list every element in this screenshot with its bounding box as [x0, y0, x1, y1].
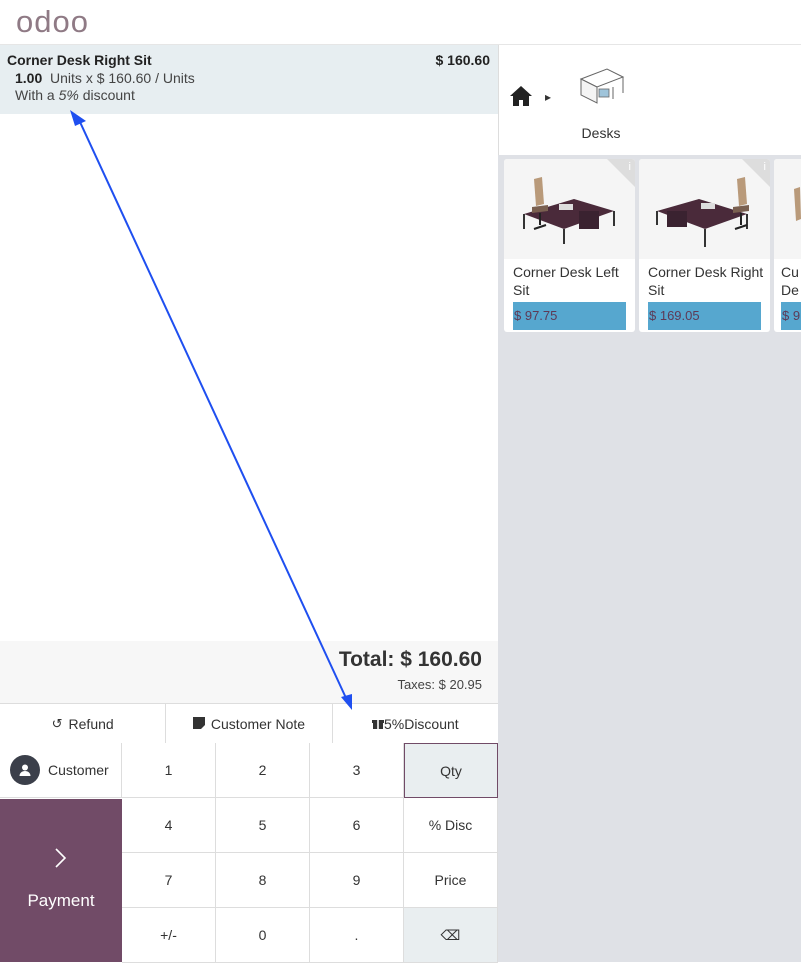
- numpad-key-3[interactable]: 3: [310, 743, 404, 798]
- order-taxes: Taxes: $ 20.95: [397, 677, 482, 692]
- numpad-mode-discount[interactable]: % Disc: [404, 798, 498, 853]
- product-price: $ 169.05: [648, 302, 761, 330]
- user-icon: [10, 755, 40, 785]
- order-line-name: Corner Desk Right Sit: [7, 52, 152, 68]
- product-image: [774, 159, 801, 259]
- gift-icon: [371, 717, 384, 732]
- backspace-icon[interactable]: ⌫: [404, 908, 498, 963]
- home-icon[interactable]: [509, 85, 533, 107]
- numpad-key-5[interactable]: 5: [216, 798, 310, 853]
- discount-label: 5%Discount: [383, 716, 459, 732]
- numpad-key-2[interactable]: 2: [216, 743, 310, 798]
- breadcrumb-caret-icon: ▸: [545, 90, 552, 104]
- numpad-mode-qty[interactable]: Qty: [404, 743, 498, 798]
- product-name: Corner Desk Left Sit: [513, 264, 619, 298]
- control-buttons: ↺ Refund Customer Note 5%Discount: [0, 703, 498, 745]
- product-card[interactable]: Cu De $ 9: [774, 159, 801, 332]
- product-list: i Corner Desk Left Sit $ 97.75 i Corner …: [498, 155, 801, 345]
- category-label: Desks: [581, 125, 621, 141]
- numpad-mode-price[interactable]: Price: [404, 853, 498, 908]
- numpad-key-7[interactable]: 7: [122, 853, 216, 908]
- order-line-price: $ 160.60: [435, 52, 491, 68]
- order-total: Total: $ 160.60: [338, 648, 482, 671]
- numpad-key-9[interactable]: 9: [310, 853, 404, 908]
- customer-note-label: Customer Note: [210, 716, 306, 732]
- payment-label: Payment: [27, 891, 95, 910]
- numpad-key-decimal[interactable]: .: [310, 908, 404, 963]
- order-line-qty-value: 1.00: [15, 70, 43, 86]
- desk-category-image: [577, 65, 625, 107]
- product-price: $ 9: [781, 302, 801, 330]
- order-line-qty-detail: Units x $ 160.60 / Units: [50, 70, 195, 86]
- payment-button[interactable]: Payment: [0, 799, 122, 962]
- chevron-right-icon: [0, 847, 122, 876]
- discount-value: 5%: [58, 87, 79, 103]
- numpad: 1 2 3 Qty 4 5 6 % Disc 7 8 9 Price +/- 0…: [122, 743, 498, 963]
- order-line-discount: With a 5% discount: [15, 87, 135, 103]
- numpad-key-plus-minus[interactable]: +/-: [122, 908, 216, 963]
- product-name: Cu De: [781, 264, 799, 298]
- customer-label: Customer: [48, 762, 109, 778]
- order-summary: Total: $ 160.60 Taxes: $ 20.95: [0, 641, 498, 703]
- product-card[interactable]: i Corner Desk Left Sit $ 97.75: [504, 159, 635, 332]
- customer-note-button[interactable]: Customer Note: [166, 704, 333, 744]
- product-name: Corner Desk Right Sit: [648, 264, 764, 298]
- discount-button[interactable]: 5%Discount: [332, 704, 498, 744]
- top-bar: odoo: [0, 0, 801, 45]
- numpad-key-0[interactable]: 0: [216, 908, 310, 963]
- numpad-key-6[interactable]: 6: [310, 798, 404, 853]
- discount-prefix: With a: [15, 87, 55, 103]
- product-pane: ▸ Desks i Corner Desk Left Sit $ 97.75 i…: [498, 45, 801, 962]
- customer-button[interactable]: Customer: [0, 743, 122, 798]
- info-icon[interactable]: i: [607, 159, 635, 187]
- discount-suffix: discount: [82, 87, 135, 103]
- order-line-quantity: 1.00 Units x $ 160.60 / Units: [15, 70, 195, 86]
- product-price: $ 97.75: [513, 302, 626, 330]
- numpad-key-4[interactable]: 4: [122, 798, 216, 853]
- category-desks[interactable]: Desks: [567, 65, 635, 141]
- odoo-logo[interactable]: odoo: [16, 4, 89, 40]
- product-card[interactable]: i Corner Desk Right Sit $ 169.05: [639, 159, 770, 332]
- refund-button[interactable]: ↺ Refund: [0, 704, 167, 744]
- category-bar: ▸ Desks: [498, 45, 801, 155]
- note-icon: [192, 716, 205, 732]
- undo-icon: ↺: [51, 716, 63, 731]
- numpad-key-1[interactable]: 1: [122, 743, 216, 798]
- order-line[interactable]: Corner Desk Right Sit $ 160.60 1.00 Unit…: [0, 45, 498, 114]
- info-icon[interactable]: i: [742, 159, 770, 187]
- order-pane: Corner Desk Right Sit $ 160.60 1.00 Unit…: [0, 45, 498, 963]
- numpad-key-8[interactable]: 8: [216, 853, 310, 908]
- refund-label: Refund: [68, 716, 114, 732]
